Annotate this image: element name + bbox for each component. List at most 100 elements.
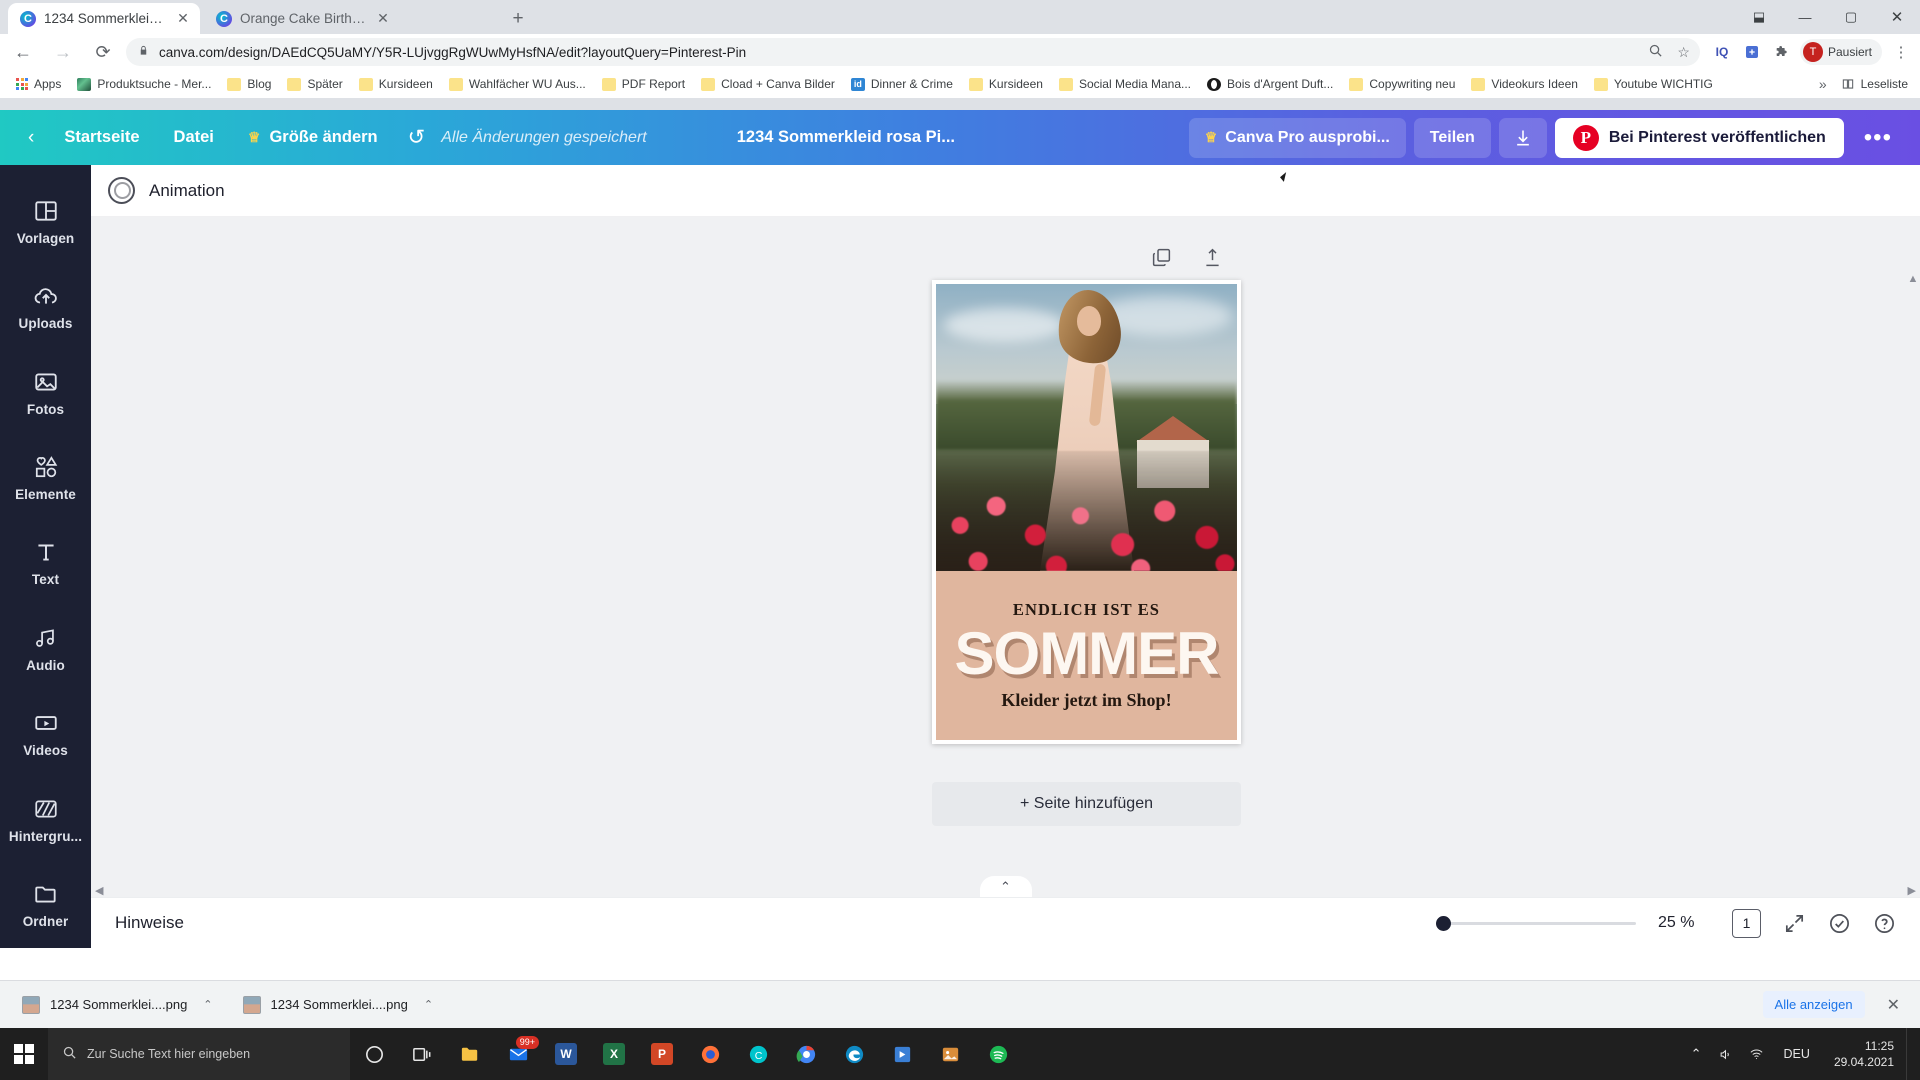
publish-to-pinterest-button[interactable]: P Bei Pinterest veröffentlichen xyxy=(1554,117,1844,158)
design-subline[interactable]: Kleider jetzt im Shop! xyxy=(1001,690,1171,711)
bookmark-item[interactable]: Wahlfächer WU Aus... xyxy=(441,72,594,96)
sidebar-item-videos[interactable]: Videos xyxy=(0,692,91,777)
new-tab-button[interactable]: + xyxy=(506,7,530,31)
back-icon[interactable]: ← xyxy=(6,35,40,69)
collapse-panel-button[interactable]: ⌃ xyxy=(979,876,1032,897)
tab-close-icon[interactable]: ✕ xyxy=(174,10,192,28)
duplicate-page-icon[interactable] xyxy=(1151,247,1172,268)
cortana-circle-icon[interactable] xyxy=(350,1028,398,1080)
blue-extension-icon[interactable] xyxy=(1738,38,1766,66)
zoom-value[interactable]: 25 % xyxy=(1658,914,1710,932)
taskbar-app-firefox[interactable] xyxy=(686,1028,734,1080)
show-desktop-button[interactable] xyxy=(1906,1028,1914,1080)
task-view-icon[interactable] xyxy=(398,1028,446,1080)
sidebar-item-fotos[interactable]: Fotos xyxy=(0,350,91,435)
page-number-badge[interactable]: 1 xyxy=(1732,908,1761,938)
design-headline-small[interactable]: ENDLICH IST ES xyxy=(1013,600,1160,620)
home-button[interactable]: Startseite xyxy=(50,119,153,157)
download-icon[interactable] xyxy=(1498,117,1547,158)
bookmark-item[interactable]: Youtube WICHTIG xyxy=(1586,72,1721,96)
tab-close-icon[interactable]: ✕ xyxy=(374,10,392,28)
bookmark-item[interactable]: Cload + Canva Bilder xyxy=(693,72,843,96)
share-button[interactable]: Teilen xyxy=(1413,117,1491,158)
add-page-icon[interactable] xyxy=(1202,247,1223,268)
bookmark-item[interactable]: Produktsuche - Mer... xyxy=(69,72,219,96)
download-menu-icon[interactable]: ⌃ xyxy=(418,998,433,1011)
bookmark-item[interactable]: Videokurs Ideen xyxy=(1463,72,1586,96)
minimize-button[interactable]: — xyxy=(1782,0,1828,34)
bookmark-item[interactable]: Bois d'Argent Duft... xyxy=(1199,72,1341,96)
bookmark-item[interactable]: Später xyxy=(279,72,350,96)
canvas-area[interactable]: ENDLICH IST ES SOMMER Kleider jetzt im S… xyxy=(91,217,1920,897)
bookmark-item[interactable]: Copywriting neu xyxy=(1341,72,1463,96)
design-headline-large[interactable]: SOMMER xyxy=(955,624,1220,684)
sidebar-item-hintergrund[interactable]: Hintergru... xyxy=(0,777,91,862)
taskbar-app-chrome[interactable] xyxy=(782,1028,830,1080)
address-bar[interactable]: canva.com/design/DAEdCQ5UaMY/Y5R-LUjvggR… xyxy=(126,38,1700,66)
back-to-home-icon[interactable]: ‹ xyxy=(18,127,44,149)
close-window-button[interactable]: ✕ xyxy=(1874,0,1920,34)
bookmarks-more-icon[interactable]: » xyxy=(1819,76,1827,92)
taskbar-app-canva[interactable]: C xyxy=(734,1028,782,1080)
taskbar-app-file-explorer[interactable] xyxy=(446,1028,494,1080)
taskbar-app-powerpoint[interactable]: P xyxy=(638,1028,686,1080)
scroll-right-icon[interactable]: ▶ xyxy=(1908,884,1916,897)
maximize-button[interactable]: ▢ xyxy=(1828,0,1874,34)
try-canva-pro-button[interactable]: ♕ Canva Pro ausprobi... xyxy=(1188,117,1406,158)
taskbar-app-edge[interactable] xyxy=(830,1028,878,1080)
iq-extension-icon[interactable]: IQ xyxy=(1708,38,1736,66)
design-text-block[interactable]: ENDLICH IST ES SOMMER Kleider jetzt im S… xyxy=(936,571,1237,740)
volume-icon[interactable] xyxy=(1710,1047,1741,1062)
sidebar-item-elemente[interactable]: Elemente xyxy=(0,435,91,520)
start-button[interactable] xyxy=(0,1028,48,1080)
download-item[interactable]: 1234 Sommerklei....png ⌃ xyxy=(232,987,444,1022)
clock[interactable]: 11:25 29.04.2021 xyxy=(1822,1038,1906,1070)
show-all-downloads-button[interactable]: Alle anzeigen xyxy=(1762,991,1865,1018)
reload-icon[interactable]: ⟳ xyxy=(86,35,120,69)
more-options-icon[interactable]: ••• xyxy=(1852,124,1904,152)
scroll-up-icon[interactable]: ▲ xyxy=(1908,273,1919,285)
bookmark-item[interactable]: Blog xyxy=(219,72,279,96)
zoom-slider[interactable] xyxy=(1436,915,1636,931)
animation-label[interactable]: Animation xyxy=(149,181,225,201)
sidebar-item-vorlagen[interactable]: Vorlagen xyxy=(0,179,91,264)
help-circle-icon[interactable] xyxy=(1873,912,1896,935)
extension-window-icon[interactable]: ⬓ xyxy=(1736,0,1782,34)
resize-button[interactable]: ♕ Größe ändern xyxy=(234,119,392,157)
bookmark-item[interactable]: Kursideen xyxy=(351,72,441,96)
download-item[interactable]: 1234 Sommerklei....png ⌃ xyxy=(12,987,223,1022)
taskbar-app-word[interactable]: W xyxy=(542,1028,590,1080)
bookmark-star-icon[interactable]: ☆ xyxy=(1677,44,1690,61)
taskbar-search-box[interactable]: Zur Suche Text hier eingeben xyxy=(48,1028,350,1080)
tray-chevron-icon[interactable]: ⌃ xyxy=(1683,1046,1710,1062)
add-page-button[interactable]: + Seite hinzufügen xyxy=(932,782,1241,826)
browser-tab-active[interactable]: 1234 Sommerkleid rosa Pin #1 – ✕ xyxy=(8,3,200,34)
zoom-handle[interactable] xyxy=(1436,915,1451,931)
notes-button[interactable]: Hinweise xyxy=(91,913,184,933)
check-circle-icon[interactable] xyxy=(1828,912,1851,935)
bookmark-item[interactable]: Kursideen xyxy=(961,72,1051,96)
canvas-vertical-scrollbar[interactable]: ▲ ▼ xyxy=(1906,269,1920,897)
puzzle-extension-icon[interactable] xyxy=(1768,38,1796,66)
browser-tab-inactive[interactable]: Orange Cake Birthday Pinterest C ✕ xyxy=(204,3,400,34)
sidebar-item-ordner[interactable]: Ordner xyxy=(0,863,91,948)
forward-icon[interactable]: → xyxy=(46,35,80,69)
chrome-menu-icon[interactable]: ⋮ xyxy=(1886,35,1916,69)
file-menu-button[interactable]: Datei xyxy=(160,119,228,157)
reading-list-button[interactable]: Leseliste xyxy=(1841,77,1908,91)
bookmark-item[interactable]: PDF Report xyxy=(594,72,693,96)
close-shelf-icon[interactable]: ✕ xyxy=(1879,995,1908,1015)
taskbar-app-spotify[interactable] xyxy=(974,1028,1022,1080)
network-icon[interactable] xyxy=(1741,1047,1772,1062)
sidebar-item-uploads[interactable]: Uploads xyxy=(0,264,91,349)
expand-icon[interactable] xyxy=(1783,912,1806,935)
design-title[interactable]: 1234 Sommerkleid rosa Pi... xyxy=(737,128,955,147)
taskbar-app-excel[interactable]: X xyxy=(590,1028,638,1080)
sidebar-item-text[interactable]: Text xyxy=(0,521,91,606)
taskbar-app-store[interactable] xyxy=(878,1028,926,1080)
scroll-left-icon[interactable]: ◀ xyxy=(95,884,103,897)
undo-icon[interactable]: ↺ xyxy=(408,125,426,150)
zoom-search-icon[interactable] xyxy=(1648,43,1663,61)
taskbar-app-mail[interactable]: 99+ xyxy=(494,1028,542,1080)
design-page[interactable]: ENDLICH IST ES SOMMER Kleider jetzt im S… xyxy=(932,280,1241,744)
